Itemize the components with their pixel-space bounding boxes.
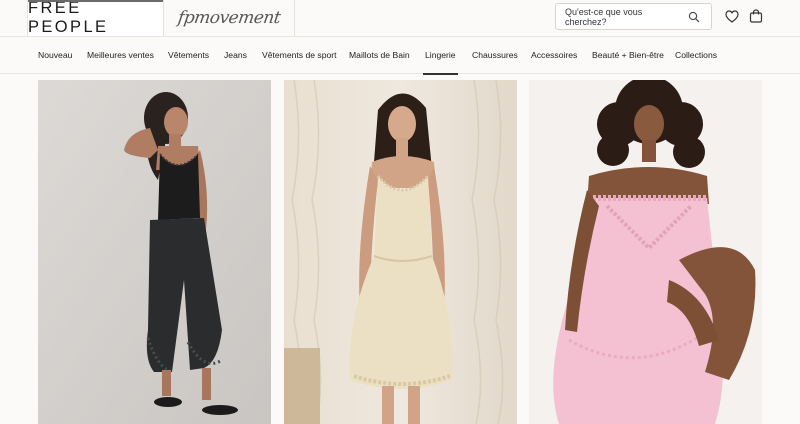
product-image[interactable] (529, 80, 762, 424)
nav-item-lingerie[interactable]: Lingerie (423, 37, 458, 75)
nav-item-accessoires[interactable]: Accessoires (531, 37, 577, 74)
search-icon[interactable] (683, 6, 705, 28)
site-header: FREE PEOPLE fpmovement Qu'est-ce que vou… (0, 0, 800, 36)
product-image[interactable] (284, 80, 517, 424)
product-image[interactable] (38, 80, 271, 424)
bag-icon[interactable] (747, 7, 765, 25)
product-card[interactable] (38, 80, 271, 424)
brand-primary-label: FREE PEOPLE (28, 0, 109, 36)
nav-item-nouveau[interactable]: Nouveau (38, 37, 72, 74)
search-placeholder: Qu'est-ce que vous cherchez? (565, 6, 643, 27)
brand-logo-fp-movement[interactable]: fpmovement (164, 0, 295, 36)
nav-item-beaute-bien-etre[interactable]: Beauté + Bien-être (592, 37, 664, 74)
nav-item-jeans[interactable]: Jeans (224, 37, 247, 74)
nav-item-collections[interactable]: Collections (675, 37, 717, 74)
heart-icon[interactable] (723, 7, 741, 25)
search-input[interactable]: Qu'est-ce que vous cherchez? (555, 3, 712, 30)
nav-item-meilleures-ventes[interactable]: Meilleures ventes (87, 37, 154, 74)
main-navigation: Nouveau Meilleures ventes Vêtements Jean… (0, 36, 800, 75)
nav-item-vetements[interactable]: Vêtements (168, 37, 209, 74)
nav-item-maillots-de-bain[interactable]: Maillots de Bain (349, 37, 410, 74)
product-card[interactable] (529, 80, 762, 424)
nav-item-vetements-de-sport[interactable]: Vêtements de sport (262, 37, 337, 74)
brand-secondary-label: fpmovement (176, 8, 282, 28)
brand-logo-free-people[interactable]: FREE PEOPLE (27, 0, 164, 36)
product-card[interactable] (284, 80, 517, 424)
nav-item-chaussures[interactable]: Chaussures (472, 37, 518, 74)
